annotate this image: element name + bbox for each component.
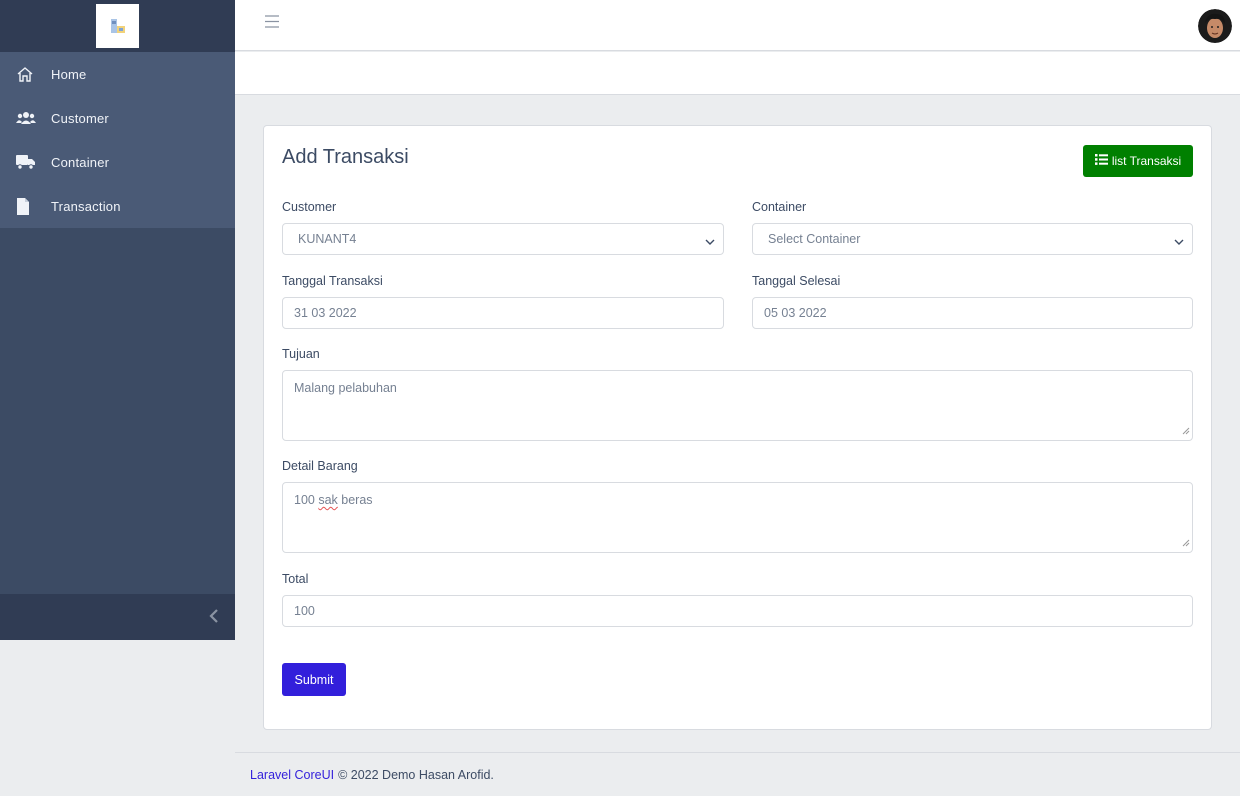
users-icon xyxy=(16,109,36,127)
file-icon xyxy=(16,197,36,215)
sidebar-item-container[interactable]: Container xyxy=(0,140,235,184)
truck-icon xyxy=(16,153,36,171)
container-select-value: Select Container xyxy=(768,232,861,246)
tanggal-selesai-label: Tanggal Selesai xyxy=(752,274,841,288)
tanggal-transaksi-value: 31 03 2022 xyxy=(294,306,357,320)
tanggal-selesai-input[interactable]: 05 03 2022 xyxy=(752,297,1193,329)
detail-barang-value-prefix: 100 xyxy=(294,493,319,507)
customer-select-value: KUNANT4 xyxy=(298,232,357,246)
customer-label: Customer xyxy=(282,200,337,214)
sidebar-item-label: Transaction xyxy=(51,198,121,214)
list-transaksi-button[interactable]: list Transaksi xyxy=(1083,145,1193,177)
detail-barang-misspelled-word: sak xyxy=(318,493,338,507)
total-value: 100 xyxy=(294,604,315,618)
tanggal-transaksi-input[interactable]: 31 03 2022 xyxy=(282,297,724,329)
page-title: Add Transaksi xyxy=(282,146,409,168)
footer: Laravel CoreUI © 2022 Demo Hasan Arofid. xyxy=(235,752,1240,796)
list-icon xyxy=(1094,154,1108,168)
list-transaksi-label: list Transaksi xyxy=(1111,154,1182,168)
resize-handle-icon[interactable] xyxy=(1182,536,1190,550)
avatar[interactable] xyxy=(1198,9,1232,43)
sidebar-nav: Home Customer Container Transaction xyxy=(0,52,235,228)
home-icon xyxy=(16,65,36,83)
tujuan-textarea[interactable]: Malang pelabuhan xyxy=(282,370,1193,441)
tujuan-label: Tujuan xyxy=(282,347,320,361)
add-transaksi-card: Add Transaksi list Transaksi Customer KU… xyxy=(263,125,1212,730)
container-label: Container xyxy=(752,200,807,214)
chevron-down-icon xyxy=(1174,235,1184,249)
total-input[interactable]: 100 xyxy=(282,595,1193,627)
total-label: Total xyxy=(282,572,309,586)
resize-handle-icon[interactable] xyxy=(1182,424,1190,438)
sidebar-minimizer[interactable] xyxy=(0,594,235,640)
top-header xyxy=(235,0,1240,51)
sidebar-brand xyxy=(0,0,235,52)
sidebar-item-customer[interactable]: Customer xyxy=(0,96,235,140)
sub-header xyxy=(235,52,1240,95)
sidebar-item-label: Container xyxy=(51,154,110,170)
tanggal-selesai-value: 05 03 2022 xyxy=(764,306,827,320)
detail-barang-label: Detail Barang xyxy=(282,459,358,473)
container-select[interactable]: Select Container xyxy=(752,223,1193,255)
customer-select[interactable]: KUNANT4 xyxy=(282,223,724,255)
submit-button[interactable]: Submit xyxy=(282,663,346,696)
chevron-left-icon xyxy=(209,608,219,629)
brand-logo[interactable] xyxy=(96,4,139,48)
hamburger-icon[interactable] xyxy=(265,15,279,29)
tanggal-transaksi-label: Tanggal Transaksi xyxy=(282,274,383,288)
sidebar-item-home[interactable]: Home xyxy=(0,52,235,96)
footer-link[interactable]: Laravel CoreUI xyxy=(250,768,334,782)
detail-barang-textarea[interactable]: 100 sak beras xyxy=(282,482,1193,553)
tujuan-value: Malang pelabuhan xyxy=(294,381,397,395)
sidebar-item-label: Home xyxy=(51,66,87,82)
detail-barang-value-suffix: beras xyxy=(337,493,373,507)
chevron-down-icon xyxy=(705,235,715,249)
sidebar-item-transaction[interactable]: Transaction xyxy=(0,184,235,228)
sidebar-item-label: Customer xyxy=(51,110,109,126)
footer-text: © 2022 Demo Hasan Arofid. xyxy=(338,767,494,782)
sidebar: Home Customer Container Transaction xyxy=(0,0,235,640)
